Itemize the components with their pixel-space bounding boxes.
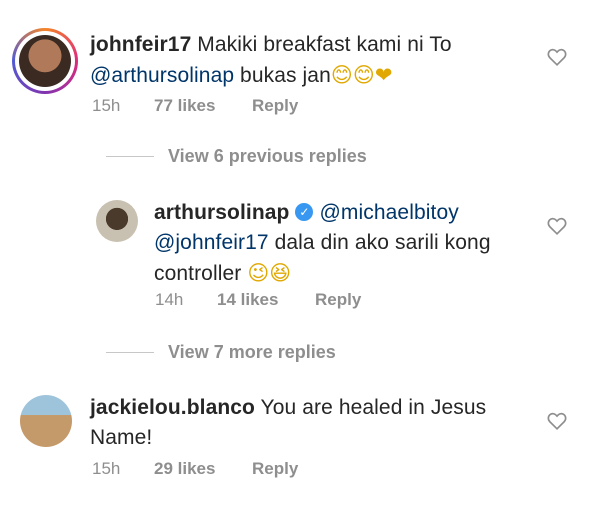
comment-body-cont: controller	[154, 262, 248, 285]
comment-meta: 15h 29 likes Reply	[92, 459, 298, 479]
comment-body: dala din ako sarili kong	[268, 231, 491, 254]
comment-text: arthursolinap ✓ @michaelbitoy @johnfeir17 …	[154, 198, 534, 289]
comment-arthursolinap: arthursolinap ✓ @michaelbitoy @johnfeir17 …	[0, 190, 600, 320]
verified-badge-icon: ✓	[295, 202, 314, 221]
comment-text: jackielou.blanco You are healed in Jesus…	[90, 393, 530, 453]
comment-body-cont: Name!	[90, 426, 153, 449]
likes-count[interactable]: 14 likes	[217, 290, 315, 310]
comment-johnfeir17: johnfeir17 Makiki breakfast kami ni To @…	[0, 0, 600, 130]
avatar	[19, 35, 71, 87]
comment-body: Makiki breakfast kami ni To	[197, 33, 452, 56]
username[interactable]: johnfeir17	[90, 33, 191, 56]
comment-jackielou-blanco: jackielou.blanco You are healed in Jesus…	[0, 385, 600, 495]
timestamp: 15h	[92, 96, 121, 115]
comment-meta: 15h 77 likes Reply	[92, 96, 298, 116]
comment-text: johnfeir17 Makiki breakfast kami ni To @…	[90, 30, 530, 91]
comment-body-cont: bukas jan	[234, 64, 331, 87]
username[interactable]: jackielou.blanco	[90, 396, 255, 419]
mention-link[interactable]: @johnfeir17	[154, 231, 269, 254]
view-replies-label: View 6 previous replies	[168, 146, 367, 166]
timestamp: 14h	[155, 290, 184, 309]
avatar-story-ring[interactable]	[12, 28, 78, 94]
view-more-replies-button[interactable]: View 7 more replies	[106, 342, 336, 363]
mention-link[interactable]: @arthursolinap	[90, 64, 234, 87]
reply-button[interactable]: Reply	[315, 290, 361, 310]
view-replies-label: View 7 more replies	[168, 342, 336, 362]
view-previous-replies-button[interactable]: View 6 previous replies	[106, 146, 367, 167]
username[interactable]: arthursolinap	[154, 201, 289, 224]
avatar[interactable]	[20, 395, 72, 447]
heart-outline-icon[interactable]	[546, 410, 568, 432]
divider-line	[106, 156, 154, 157]
likes-count[interactable]: 77 likes	[154, 96, 252, 116]
emoji-text: 😉😆	[247, 261, 292, 285]
divider-line	[106, 352, 154, 353]
avatar[interactable]	[96, 200, 138, 242]
heart-outline-icon[interactable]	[546, 46, 568, 68]
reply-button[interactable]: Reply	[252, 459, 298, 479]
heart-outline-icon[interactable]	[546, 215, 568, 237]
timestamp: 15h	[92, 459, 121, 478]
likes-count[interactable]: 29 likes	[154, 459, 252, 479]
comment-meta: 14h 14 likes Reply	[155, 290, 361, 310]
emoji-text: 😊😊❤	[330, 63, 393, 87]
mention-link[interactable]: @michaelbitoy	[319, 201, 458, 224]
comment-body: You are healed in Jesus	[255, 396, 487, 419]
reply-button[interactable]: Reply	[252, 96, 298, 116]
